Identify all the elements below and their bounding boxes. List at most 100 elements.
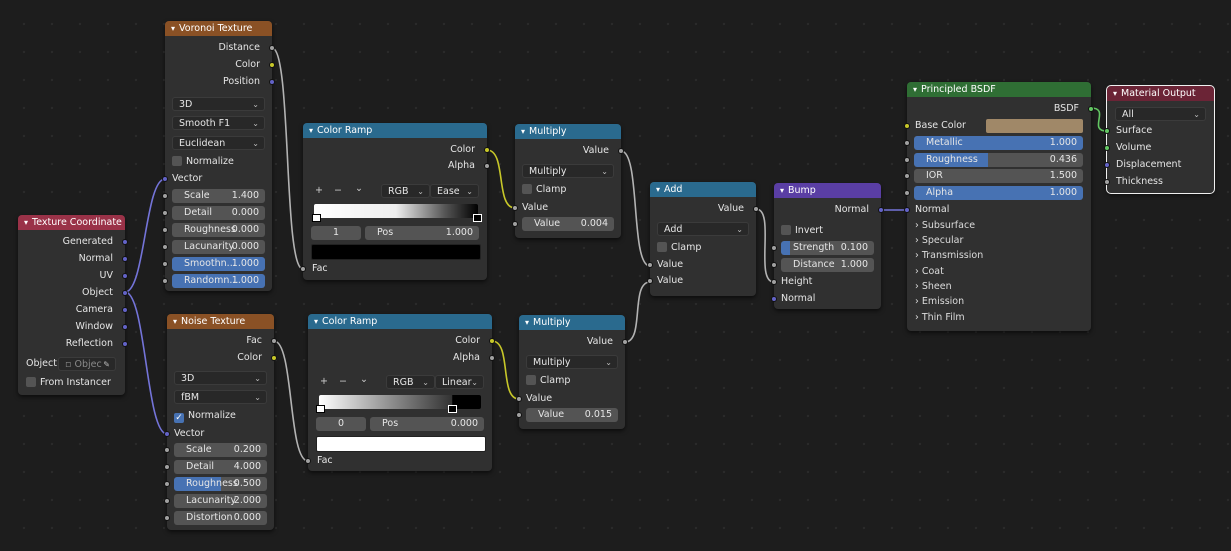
add-node[interactable]: ▾ Add Value Add ⌄ Clamp Value Value [647,182,759,296]
ramp-stop-black-icon[interactable] [473,214,482,222]
field-smoothness[interactable]: Smoothn... 1.000 [172,257,265,271]
node-header[interactable]: ▾ Noise Texture [167,314,274,329]
node-link-1[interactable] [124,178,166,293]
node-link-2[interactable] [124,291,168,435]
clamp-checkbox[interactable]: Clamp [657,242,701,254]
field-distance[interactable]: Distance 1.000 [781,258,874,272]
socket-normal[interactable] [122,256,128,262]
node-header[interactable]: ▾ Add [650,182,756,197]
node-header[interactable]: ▾ Texture Coordinate [18,215,125,230]
socket-metallic[interactable] [904,140,910,146]
interpolation-dropdown[interactable]: Ease ⌄ [430,184,479,198]
socket-color[interactable] [489,338,495,344]
ramp-stop-white-icon[interactable] [312,214,321,222]
node-header[interactable]: ▾ Multiply [519,315,625,330]
ramp-menu-chevron-icon[interactable]: ⌄ [355,182,363,196]
field-roughness[interactable]: Roughness 0.500 [174,477,267,491]
field-roughness[interactable]: Roughness 0.000 [172,223,265,237]
socket-smoothness[interactable] [162,261,168,267]
panel-emission[interactable]: › Emission [915,295,964,309]
socket-lacunarity[interactable] [162,244,168,250]
invert-checkbox[interactable]: Invert [781,225,823,237]
collapse-chevron-icon[interactable]: ▾ [913,82,917,97]
stop-color-swatch[interactable] [316,436,486,452]
socket-value-1[interactable] [647,262,653,268]
color-mode-dropdown[interactable]: RGB ⌄ [386,375,435,389]
multiply-node-2[interactable]: ▾ Multiply Value Multiply ⌄ Clamp Value Va… [516,315,628,429]
socket-color[interactable] [269,62,275,68]
socket-reflection[interactable] [122,341,128,347]
voronoi-texture-node[interactable]: ▾ Voronoi Texture Distance Color Position… [162,21,275,291]
color-ramp-gradient[interactable] [314,204,478,218]
collapse-chevron-icon[interactable]: ▾ [173,314,177,329]
field-lacunarity[interactable]: Lacunarity 0.000 [172,240,265,254]
dimensions-dropdown[interactable]: 3D ⌄ [172,97,265,111]
socket-normal-in[interactable] [771,296,777,302]
from-instancer-checkbox[interactable]: From Instancer [26,377,111,389]
socket-vector[interactable] [164,431,170,437]
node-link-7[interactable] [620,150,651,267]
target-dropdown[interactable]: All ⌄ [1115,107,1206,121]
socket-vector[interactable] [162,176,168,182]
socket-scale[interactable] [164,447,170,453]
clamp-checkbox[interactable]: Clamp [526,375,570,387]
checkbox-box[interactable] [781,225,791,235]
field-roughness[interactable]: Roughness 0.436 [914,153,1083,167]
add-stop-button[interactable]: + [315,184,323,198]
node-link-3[interactable] [271,47,304,270]
checkbox-box[interactable] [172,156,182,166]
node-header[interactable]: ▾ Color Ramp [308,314,492,329]
field-value[interactable]: Value 0.015 [526,408,618,422]
color-ramp-node-2[interactable]: ▾ Color Ramp Color Alpha + − ⌄ RGB ⌄ Linea… [305,314,495,471]
field-value[interactable]: Value 0.004 [522,217,614,231]
socket-distance[interactable] [771,262,777,268]
material-output-node[interactable]: ▾ Material Output All ⌄ Surface Volume Dis… [1104,85,1215,194]
normalize-checkbox[interactable]: Normalize [172,156,234,168]
object-picker[interactable]: ▫ Objec ✎ [58,357,116,371]
node-header[interactable]: ▾ Multiply [515,124,621,139]
socket-position[interactable] [269,79,275,85]
ramp-stop-white-icon[interactable] [316,405,325,413]
collapse-chevron-icon[interactable]: ▾ [525,315,529,330]
checkbox-box[interactable] [657,242,667,252]
operation-dropdown[interactable]: Add ⌄ [657,222,749,236]
checkbox-box[interactable] [522,184,532,194]
texture-coordinate-node[interactable]: ▾ Texture Coordinate Generated Normal UV … [18,215,128,395]
color-ramp-node-1[interactable]: ▾ Color Ramp Color Alpha + − ⌄ RGB ⌄ Ease ⌄… [300,123,490,280]
node-header[interactable]: ▾ Bump [774,183,881,198]
operation-dropdown[interactable]: Multiply ⌄ [522,164,614,178]
socket-detail[interactable] [162,210,168,216]
socket-camera[interactable] [122,307,128,313]
field-strength[interactable]: Strength 0.100 [781,241,874,255]
panel-thin-film[interactable]: › Thin Film [915,311,965,325]
panel-sheen[interactable]: › Sheen [915,280,952,294]
remove-stop-button[interactable]: − [339,375,347,389]
noise-texture-node[interactable]: ▾ Noise Texture Fac Color 3D ⌄ fBM ⌄ ✓ Norma… [164,314,277,530]
socket-distortion[interactable] [164,515,170,521]
socket-roughness[interactable] [164,481,170,487]
checkbox-box[interactable]: ✓ [174,413,184,423]
socket-value-2[interactable] [647,278,653,284]
socket-roughness[interactable] [904,157,910,163]
socket-scale[interactable] [162,193,168,199]
distance-metric-dropdown[interactable]: Euclidean ⌄ [172,136,265,150]
socket-generated[interactable] [122,239,128,245]
normalize-checkbox[interactable]: ✓ Normalize [174,410,236,423]
field-detail[interactable]: Detail 4.000 [174,460,267,474]
remove-stop-button[interactable]: − [334,184,342,198]
collapse-chevron-icon[interactable]: ▾ [521,124,525,139]
node-header[interactable]: ▾ Principled BSDF [907,82,1091,97]
panel-transmission[interactable]: › Transmission [915,249,983,263]
socket-value-out[interactable] [622,339,628,345]
node-header[interactable]: ▾ Voronoi Texture [165,21,272,36]
bump-node[interactable]: ▾ Bump Normal Invert Strength 0.100 Distan… [771,183,884,309]
field-scale[interactable]: Scale 1.400 [172,189,265,203]
socket-height[interactable] [771,279,777,285]
socket-alpha[interactable] [484,163,490,169]
socket-displacement[interactable] [1104,162,1110,168]
collapse-chevron-icon[interactable]: ▾ [1113,86,1117,101]
operation-dropdown[interactable]: Multiply ⌄ [526,355,618,369]
stop-index-field[interactable]: 0 [316,417,366,431]
socket-strength[interactable] [771,245,777,251]
socket-color[interactable] [484,147,490,153]
